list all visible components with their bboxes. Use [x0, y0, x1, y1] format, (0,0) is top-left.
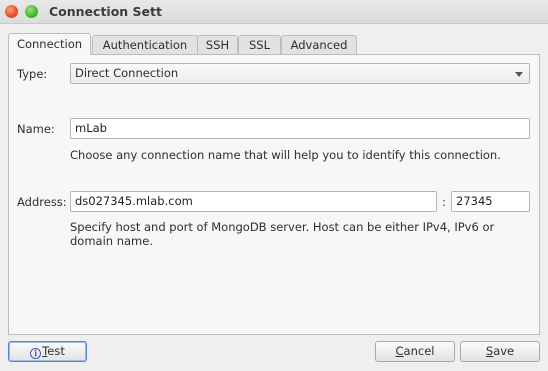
type-select[interactable]: Direct Connection [70, 63, 530, 84]
tab-authentication[interactable]: Authentication [92, 35, 198, 54]
save-button[interactable]: Save [460, 341, 540, 362]
test-button[interactable]: i Test [8, 341, 87, 362]
cancel-label: ancel [403, 344, 435, 358]
tab-connection[interactable]: Connection [8, 33, 91, 55]
test-label: est [47, 344, 65, 358]
cancel-button[interactable]: Cancel [375, 341, 455, 362]
host-input[interactable]: ds027345.mlab.com [70, 191, 437, 212]
name-input[interactable]: mLab [70, 118, 530, 139]
tab-advanced[interactable]: Advanced [281, 35, 357, 54]
address-label: Address: [17, 195, 67, 209]
name-hint: Choose any connection name that will hel… [70, 148, 501, 162]
window-title: Connection Settings [49, 4, 162, 19]
port-input[interactable]: 27345 [451, 191, 530, 212]
info-icon: i [30, 348, 42, 359]
type-select-value: Direct Connection [75, 66, 179, 80]
maximize-window-button[interactable] [25, 5, 38, 18]
close-window-button[interactable] [5, 5, 18, 18]
address-hint: Specify host and port of MongoDB server.… [70, 220, 495, 248]
save-label: ave [493, 344, 515, 358]
title-bar: Connection Settings [0, 0, 548, 24]
cancel-mnemonic: C [395, 344, 404, 358]
port-separator: : [442, 195, 446, 209]
tab-ssh[interactable]: SSH [197, 35, 238, 54]
type-label: Type: [17, 67, 48, 81]
chevron-down-icon [515, 72, 523, 77]
tab-ssl[interactable]: SSL [238, 35, 281, 54]
name-label: Name: [17, 122, 55, 136]
